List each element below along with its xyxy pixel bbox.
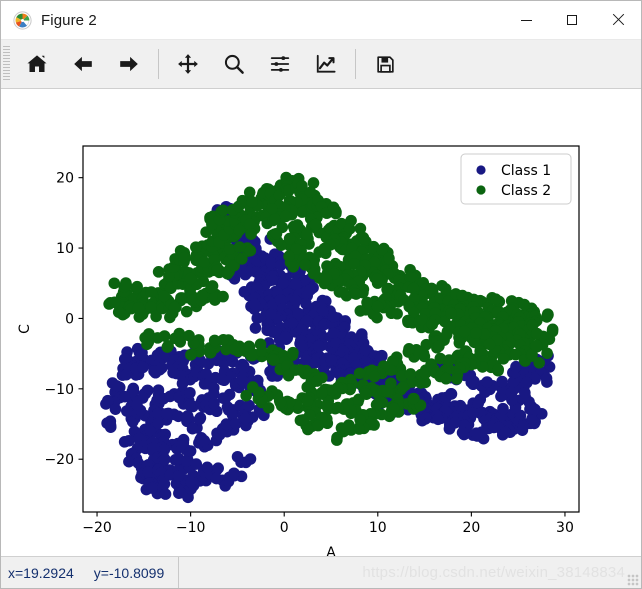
figure-window: Figure 2 −20 −10 0 10 20 30 −20 −10 0 10… <box>0 0 642 589</box>
maximize-button[interactable] <box>549 1 595 39</box>
forward-button[interactable] <box>106 41 152 87</box>
arrow-right-icon <box>118 53 140 75</box>
scatter-plot[interactable]: −20 −10 0 10 20 30 −20 −10 0 10 20 A C Class 1 Class 2 <box>1 89 641 556</box>
edit-axis-button[interactable] <box>303 41 349 87</box>
zoom-button[interactable] <box>211 41 257 87</box>
resize-grip[interactable] <box>627 574 639 586</box>
configure-subplots-button[interactable] <box>257 41 303 87</box>
window-controls <box>503 1 641 39</box>
navigation-toolbar <box>1 40 641 89</box>
x-tick-label: 0 <box>280 520 289 536</box>
y-tick-label: −20 <box>44 452 74 468</box>
figure-canvas[interactable]: −20 −10 0 10 20 30 −20 −10 0 10 20 A C Class 1 Class 2 <box>1 89 641 556</box>
legend-marker <box>476 165 486 175</box>
maximize-icon <box>567 15 577 25</box>
y-tick-label: 10 <box>56 241 74 257</box>
pan-button[interactable] <box>165 41 211 87</box>
title-bar: Figure 2 <box>1 1 641 40</box>
x-tick-label: −10 <box>176 520 206 536</box>
floppy-disk-icon <box>375 54 396 75</box>
x-axis-label: A <box>326 545 336 556</box>
chart-line-icon <box>315 53 337 75</box>
window-title: Figure 2 <box>41 11 97 29</box>
x-tick-label: −20 <box>82 520 112 536</box>
y-tick-label: 20 <box>56 171 74 187</box>
save-button[interactable] <box>362 41 408 87</box>
toolbar-drag-handle[interactable] <box>3 46 10 82</box>
minimize-button[interactable] <box>503 1 549 39</box>
legend-label: Class 1 <box>501 163 551 179</box>
home-icon <box>26 53 48 75</box>
matplotlib-logo-icon <box>13 10 32 30</box>
legend[interactable]: Class 1 Class 2 <box>460 153 572 205</box>
move-icon <box>177 53 199 75</box>
status-bar: x=19.2924 y=-10.8099 https://blog.csdn.n… <box>1 556 641 588</box>
y-axis-label: C <box>17 324 33 334</box>
x-tick-label: 20 <box>462 520 480 536</box>
magnifier-icon <box>223 53 245 75</box>
minimize-icon <box>520 19 532 21</box>
legend-label: Class 2 <box>501 183 551 199</box>
close-button[interactable] <box>595 1 641 39</box>
coordinate-readout: x=19.2924 y=-10.8099 <box>1 557 179 588</box>
watermark-text: https://blog.csdn.net/weixin_38148834 <box>362 564 625 581</box>
title-bar-left: Figure 2 <box>1 10 97 30</box>
arrow-left-icon <box>72 53 94 75</box>
close-icon <box>612 14 624 26</box>
y-tick-label: 0 <box>65 311 74 327</box>
y-coordinate-readout: y=-10.8099 <box>93 564 165 581</box>
y-tick-label: −10 <box>44 382 74 398</box>
back-button[interactable] <box>60 41 106 87</box>
sliders-icon <box>269 53 291 75</box>
home-button[interactable] <box>14 41 60 87</box>
toolbar-separator-2 <box>355 49 356 79</box>
x-tick-label: 30 <box>556 520 574 536</box>
legend-marker <box>476 185 486 195</box>
x-tick-label: 10 <box>369 520 387 536</box>
toolbar-separator-1 <box>158 49 159 79</box>
x-coordinate-readout: x=19.2924 <box>8 564 74 581</box>
